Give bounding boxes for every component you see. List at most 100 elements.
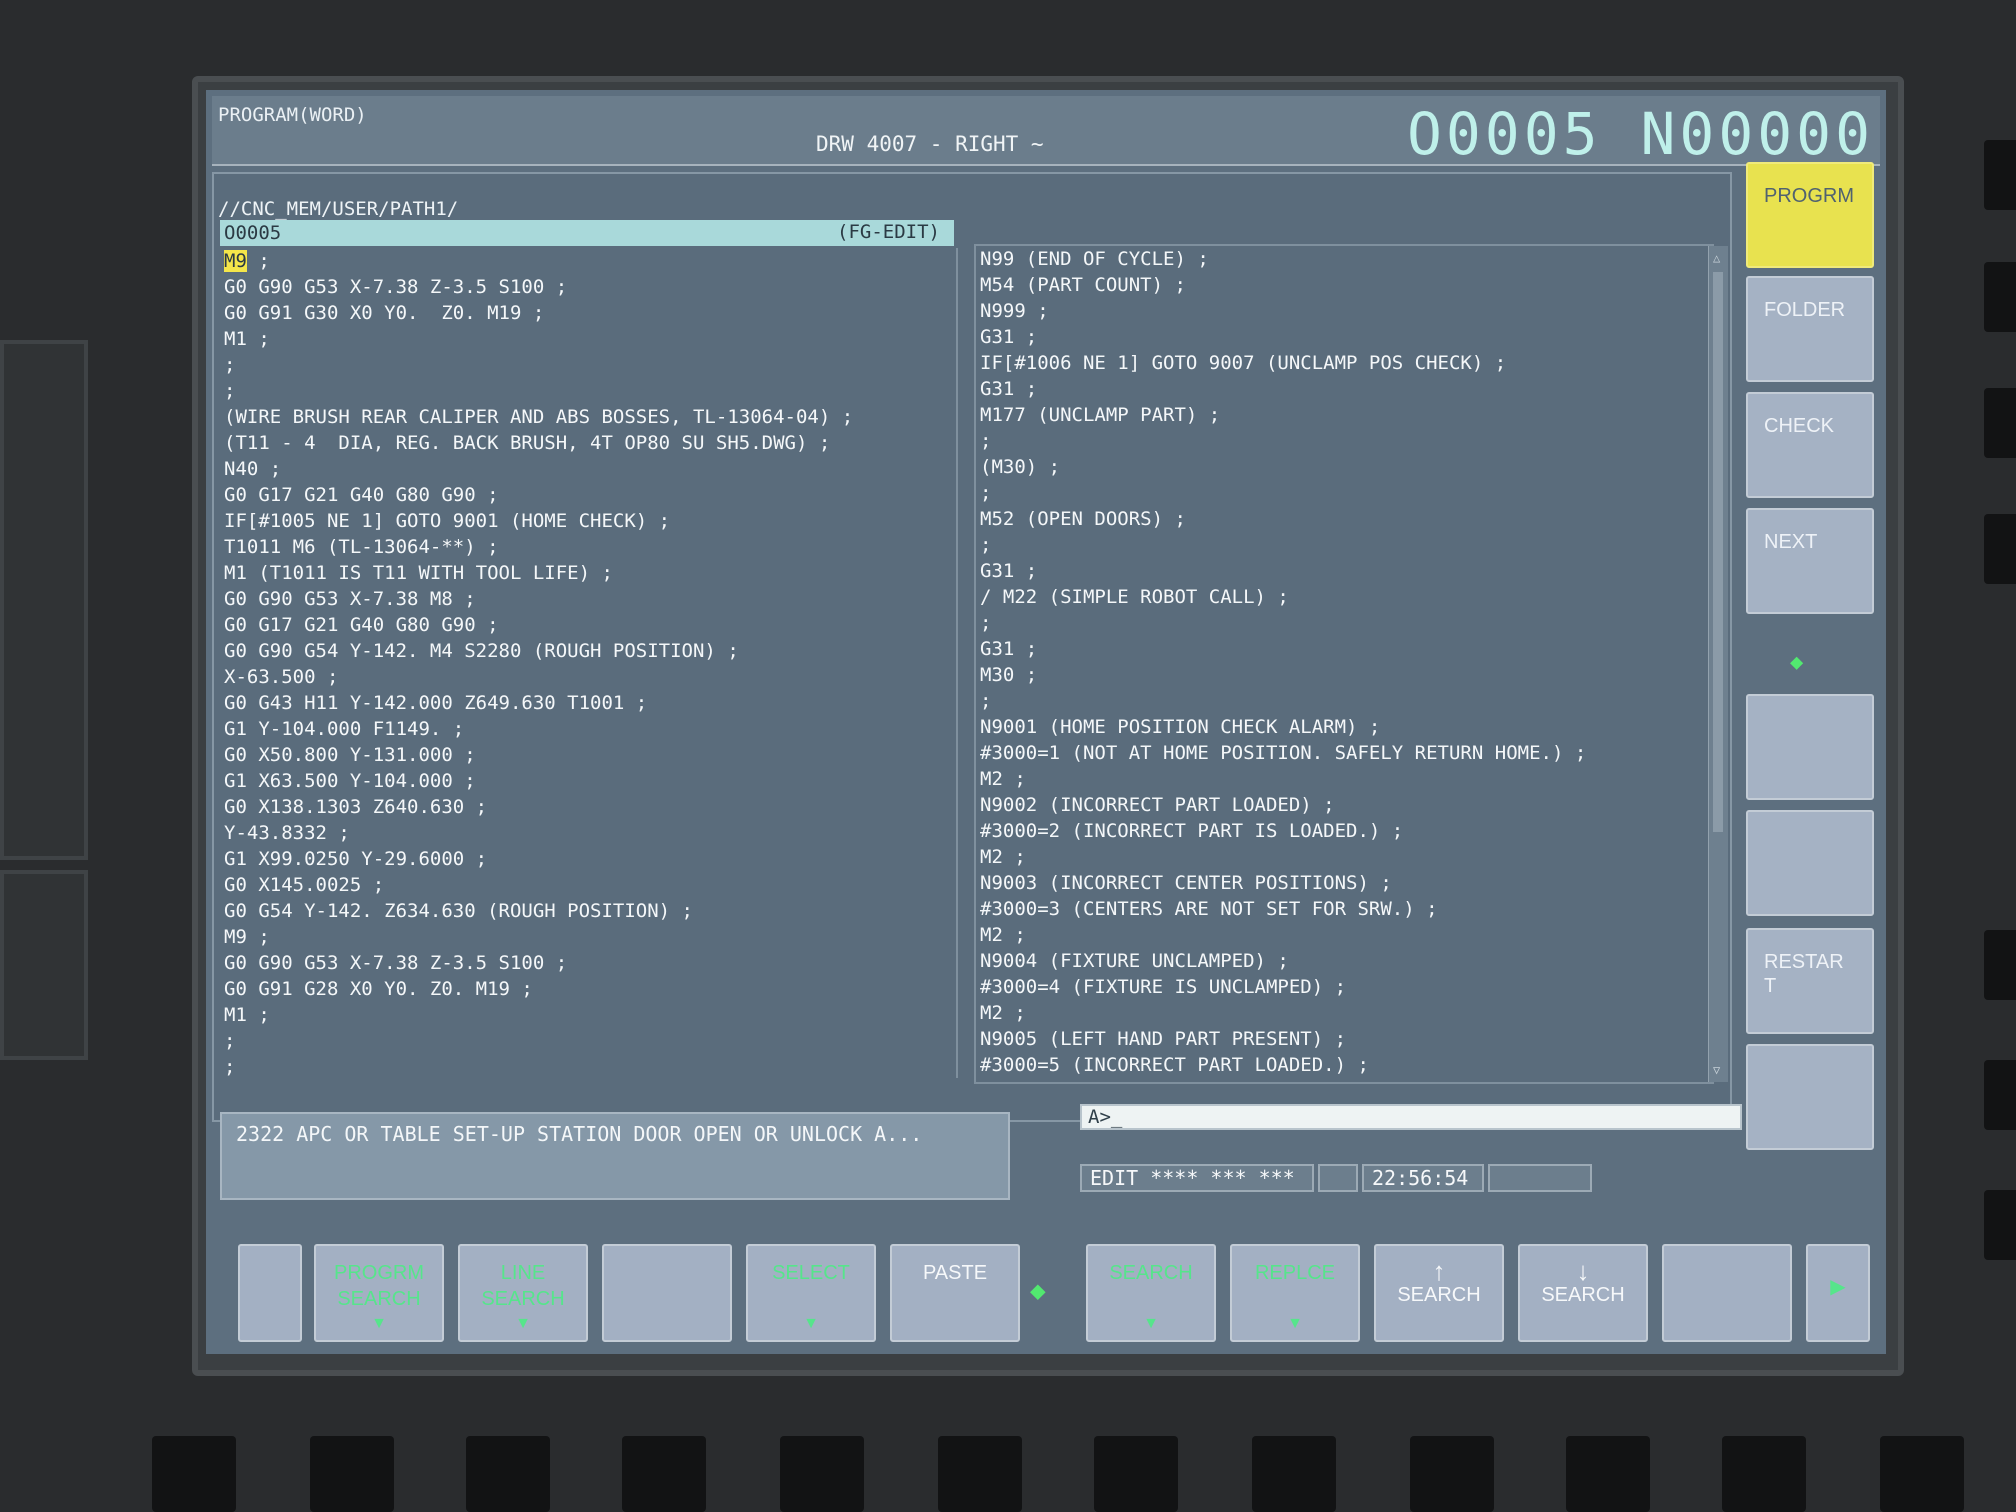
softkey-search-up[interactable]: ↑ SEARCH: [1374, 1244, 1504, 1342]
program-line[interactable]: M9 ;: [220, 248, 956, 274]
program-line[interactable]: M9 ;: [220, 924, 956, 950]
program-line[interactable]: #3000=5 (INCORRECT PART LOADED.) ;: [976, 1052, 1712, 1078]
program-line[interactable]: N9004 (FIXTURE UNCLAMPED) ;: [976, 948, 1712, 974]
program-line[interactable]: G0 G54 Y-142. Z634.630 (ROUGH POSITION) …: [220, 898, 956, 924]
program-line[interactable]: G0 G17 G21 G40 G80 G90 ;: [220, 482, 956, 508]
program-line[interactable]: (M30) ;: [976, 454, 1712, 480]
hardware-key[interactable]: [1094, 1436, 1178, 1512]
side-key-restart[interactable]: RESTAR T: [1746, 928, 1874, 1034]
program-line[interactable]: #3000=1 (NOT AT HOME POSITION. SAFELY RE…: [976, 740, 1712, 766]
program-line[interactable]: G0 G90 G53 X-7.38 M8 ;: [220, 586, 956, 612]
program-line[interactable]: IF[#1006 NE 1] GOTO 9007 (UNCLAMP POS CH…: [976, 350, 1712, 376]
program-line[interactable]: G31 ;: [976, 376, 1712, 402]
program-line[interactable]: G0 X145.0025 ;: [220, 872, 956, 898]
program-line[interactable]: G0 G90 G53 X-7.38 Z-3.5 S100 ;: [220, 274, 956, 300]
program-line[interactable]: M52 (OPEN DOORS) ;: [976, 506, 1712, 532]
program-line[interactable]: M177 (UNCLAMP PART) ;: [976, 402, 1712, 428]
softkey-continue[interactable]: ▶: [1806, 1244, 1870, 1342]
program-text-left[interactable]: M9 ; G0 G90 G53 X-7.38 Z-3.5 S100 ; G0 G91…: [220, 248, 958, 1078]
program-line[interactable]: M2 ;: [976, 766, 1712, 792]
program-line[interactable]: M1 (T1011 IS T11 WITH TOOL LIFE) ;: [220, 560, 956, 586]
edit-cursor[interactable]: M9: [224, 250, 247, 272]
program-line[interactable]: G0 G43 H11 Y-142.000 Z649.630 T1001 ;: [220, 690, 956, 716]
softkey-line-search[interactable]: LINE SEARCH ▼: [458, 1244, 588, 1342]
program-line[interactable]: #3000=3 (CENTERS ARE NOT SET FOR SRW.) ;: [976, 896, 1712, 922]
program-line[interactable]: N99 (END OF CYCLE) ;: [976, 246, 1712, 272]
hardware-key[interactable]: [310, 1436, 394, 1512]
program-line[interactable]: M30 ;: [976, 662, 1712, 688]
program-line[interactable]: ;: [976, 532, 1712, 558]
program-line[interactable]: ;: [976, 428, 1712, 454]
program-line[interactable]: ;: [220, 1054, 956, 1080]
softkey-search[interactable]: SEARCH ▼: [1086, 1244, 1216, 1342]
program-line[interactable]: G0 G17 G21 G40 G80 G90 ;: [220, 612, 956, 638]
program-line[interactable]: M54 (PART COUNT) ;: [976, 272, 1712, 298]
side-key-blank[interactable]: [1746, 1044, 1874, 1150]
program-line[interactable]: G0 X138.1303 Z640.630 ;: [220, 794, 956, 820]
softkey-select[interactable]: SELECT ▼: [746, 1244, 876, 1342]
program-line[interactable]: X-63.500 ;: [220, 664, 956, 690]
program-line[interactable]: G0 G91 G30 X0 Y0. Z0. M19 ;: [220, 300, 956, 326]
program-line[interactable]: G0 X50.800 Y-131.000 ;: [220, 742, 956, 768]
hardware-key[interactable]: [1984, 140, 2016, 210]
scrollbar[interactable]: △ ▽: [1708, 246, 1728, 1082]
side-key-next[interactable]: NEXT: [1746, 508, 1874, 614]
scroll-up-icon[interactable]: △: [1713, 252, 1725, 264]
program-line[interactable]: G1 X99.0250 Y-29.6000 ;: [220, 846, 956, 872]
softkey-program-search[interactable]: PROGRM SEARCH ▼: [314, 1244, 444, 1342]
program-line[interactable]: G1 X63.500 Y-104.000 ;: [220, 768, 956, 794]
program-line[interactable]: N9001 (HOME POSITION CHECK ALARM) ;: [976, 714, 1712, 740]
program-line[interactable]: G31 ;: [976, 324, 1712, 350]
program-line[interactable]: N9005 (LEFT HAND PART PRESENT) ;: [976, 1026, 1712, 1052]
softkey-blank[interactable]: [1662, 1244, 1792, 1342]
hardware-key[interactable]: [1566, 1436, 1650, 1512]
hardware-key[interactable]: [1984, 930, 2016, 1000]
program-line[interactable]: M2 ;: [976, 1000, 1712, 1026]
program-line[interactable]: ;: [976, 480, 1712, 506]
softkey-replace[interactable]: REPLCE ▼: [1230, 1244, 1360, 1342]
program-line[interactable]: G0 G90 G53 X-7.38 Z-3.5 S100 ;: [220, 950, 956, 976]
program-line[interactable]: N9002 (INCORRECT PART LOADED) ;: [976, 792, 1712, 818]
program-line[interactable]: G1 Y-104.000 F1149. ;: [220, 716, 956, 742]
program-text-right[interactable]: N99 (END OF CYCLE) ; M54 (PART COUNT) ; N9…: [974, 244, 1714, 1084]
program-line[interactable]: M1 ;: [220, 1002, 956, 1028]
program-line[interactable]: M2 ;: [976, 922, 1712, 948]
softkey-return[interactable]: [238, 1244, 302, 1342]
program-line[interactable]: G31 ;: [976, 636, 1712, 662]
program-line[interactable]: ;: [976, 610, 1712, 636]
program-line[interactable]: M2 ;: [976, 844, 1712, 870]
softkey-paste[interactable]: PASTE: [890, 1244, 1020, 1342]
side-key-progrm[interactable]: PROGRM: [1746, 162, 1874, 268]
program-line[interactable]: / M22 (SIMPLE ROBOT CALL) ;: [976, 584, 1712, 610]
program-line[interactable]: G0 G90 G54 Y-142. M4 S2280 (ROUGH POSITI…: [220, 638, 956, 664]
hardware-key[interactable]: [938, 1436, 1022, 1512]
program-line[interactable]: ;: [220, 352, 956, 378]
program-line[interactable]: (WIRE BRUSH REAR CALIPER AND ABS BOSSES,…: [220, 404, 956, 430]
program-line[interactable]: (T11 - 4 DIA, REG. BACK BRUSH, 4T OP80 S…: [220, 430, 956, 456]
softkey-search-down[interactable]: ↓ SEARCH: [1518, 1244, 1648, 1342]
file-tab[interactable]: O0005 (FG-EDIT): [220, 220, 954, 246]
program-line[interactable]: Y-43.8332 ;: [220, 820, 956, 846]
program-line[interactable]: ;: [220, 1028, 956, 1054]
program-line[interactable]: T1011 M6 (TL-13064-**) ;: [220, 534, 956, 560]
side-key-blank[interactable]: [1746, 810, 1874, 916]
hardware-key[interactable]: [1722, 1436, 1806, 1512]
hardware-key[interactable]: [1984, 388, 2016, 458]
hardware-key[interactable]: [622, 1436, 706, 1512]
hardware-key[interactable]: [1984, 1190, 2016, 1260]
hardware-key[interactable]: [1984, 262, 2016, 332]
program-line[interactable]: IF[#1005 NE 1] GOTO 9001 (HOME CHECK) ;: [220, 508, 956, 534]
program-line[interactable]: ;: [220, 378, 956, 404]
scroll-down-icon[interactable]: ▽: [1713, 1064, 1725, 1076]
program-line[interactable]: N40 ;: [220, 456, 956, 482]
program-line[interactable]: N999 ;: [976, 298, 1712, 324]
side-key-blank[interactable]: [1746, 694, 1874, 800]
hardware-key[interactable]: [1984, 1060, 2016, 1130]
program-line[interactable]: G31 ;: [976, 558, 1712, 584]
hardware-key[interactable]: [1984, 514, 2016, 584]
scrollbar-thumb[interactable]: [1713, 272, 1723, 832]
program-line[interactable]: #3000=2 (INCORRECT PART IS LOADED.) ;: [976, 818, 1712, 844]
program-line[interactable]: G0 G91 G28 X0 Y0. Z0. M19 ;: [220, 976, 956, 1002]
program-line[interactable]: ;: [976, 688, 1712, 714]
hardware-key[interactable]: [152, 1436, 236, 1512]
